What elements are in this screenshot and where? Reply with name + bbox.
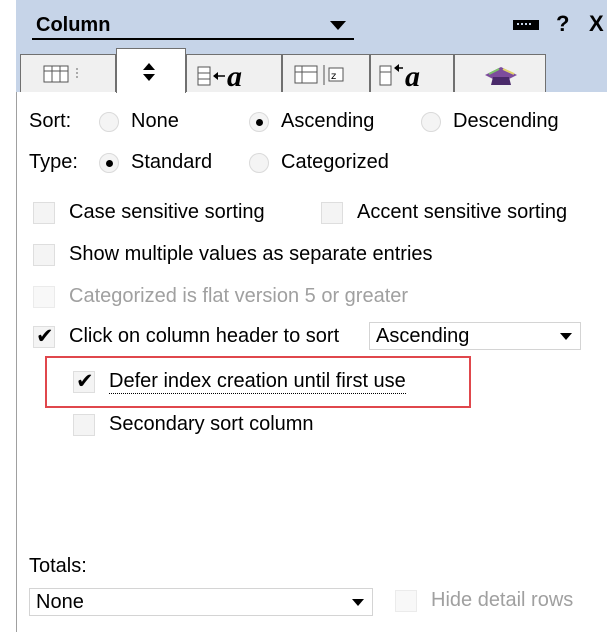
click-header-sort-checkbox[interactable]: ✔: [33, 325, 55, 348]
totals-select[interactable]: None: [29, 588, 373, 616]
tab-basics[interactable]: [20, 54, 116, 92]
title-bar: Column ? X: [16, 0, 607, 44]
chevron-down-icon: [352, 599, 364, 606]
tab-font[interactable]: a: [186, 54, 282, 92]
flat-version-checkbox[interactable]: [33, 286, 55, 308]
multiple-values-checkbox[interactable]: [33, 244, 55, 266]
pin-icon[interactable]: [513, 20, 539, 30]
case-sensitive-checkbox[interactable]: [33, 202, 55, 224]
advanced-hat-icon: [485, 67, 517, 85]
sort-descending-label: Descending: [453, 110, 559, 132]
sort-arrows-icon: [143, 63, 155, 81]
type-categorized-label: Categorized: [281, 151, 389, 173]
type-standard-radio[interactable]: [99, 153, 119, 173]
svg-text:z: z: [331, 71, 336, 82]
sort-label: Sort:: [29, 110, 72, 132]
tab-header-font[interactable]: a: [370, 54, 454, 92]
sort-none-radio[interactable]: [99, 112, 119, 132]
type-standard-label: Standard: [131, 151, 213, 173]
sort-ascending-radio[interactable]: [249, 112, 269, 132]
chevron-down-icon: [330, 21, 346, 30]
close-icon[interactable]: X: [589, 11, 604, 37]
header-sort-select[interactable]: Ascending: [369, 322, 581, 350]
hide-detail-rows-checkbox[interactable]: [395, 590, 417, 612]
svg-text:a: a: [405, 60, 420, 90]
type-categorized-radio[interactable]: [249, 153, 269, 173]
type-label: Type:: [29, 151, 78, 173]
accent-sensitive-checkbox[interactable]: [321, 202, 343, 224]
flat-version-label: Categorized is flat version 5 or greater: [69, 285, 409, 307]
secondary-sort-checkbox[interactable]: [73, 414, 95, 436]
tab-strip: a z a: [16, 44, 607, 93]
header-font-icon: a: [379, 60, 420, 90]
chevron-down-icon: [560, 333, 572, 340]
tab-sorting[interactable]: [116, 48, 186, 93]
panel-title: Column: [36, 14, 111, 36]
sort-ascending-label: Ascending: [281, 110, 375, 132]
svg-text:a: a: [227, 60, 242, 90]
sorting-panel: Sort: None Ascending Descending Type: St…: [16, 92, 602, 632]
checkmark-icon: ✔: [76, 370, 94, 393]
tab-number-format[interactable]: z: [282, 54, 370, 92]
sort-descending-radio[interactable]: [421, 112, 441, 132]
column-font-icon: a: [197, 60, 242, 90]
case-sensitive-label: Case sensitive sorting: [69, 201, 265, 223]
tab-advanced[interactable]: [454, 54, 546, 92]
column-properties-icon: [43, 65, 78, 83]
checkmark-icon: ✔: [36, 325, 54, 348]
element-selector-dropdown[interactable]: Column: [32, 12, 354, 40]
help-icon[interactable]: ?: [556, 11, 569, 37]
defer-index-checkbox[interactable]: ✔: [73, 370, 95, 393]
multiple-values-label: Show multiple values as separate entries: [69, 243, 433, 265]
number-format-icon: z: [294, 65, 344, 85]
defer-index-label: Defer index creation until first use: [109, 370, 406, 394]
accent-sensitive-label: Accent sensitive sorting: [357, 201, 568, 223]
click-header-sort-label: Click on column header to sort: [69, 325, 340, 347]
sort-none-label: None: [131, 110, 179, 132]
header-sort-value: Ascending: [376, 325, 470, 347]
hide-detail-rows-label: Hide detail rows: [431, 589, 574, 611]
secondary-sort-label: Secondary sort column: [109, 413, 314, 435]
totals-value: None: [36, 591, 84, 613]
totals-label: Totals:: [29, 555, 87, 577]
